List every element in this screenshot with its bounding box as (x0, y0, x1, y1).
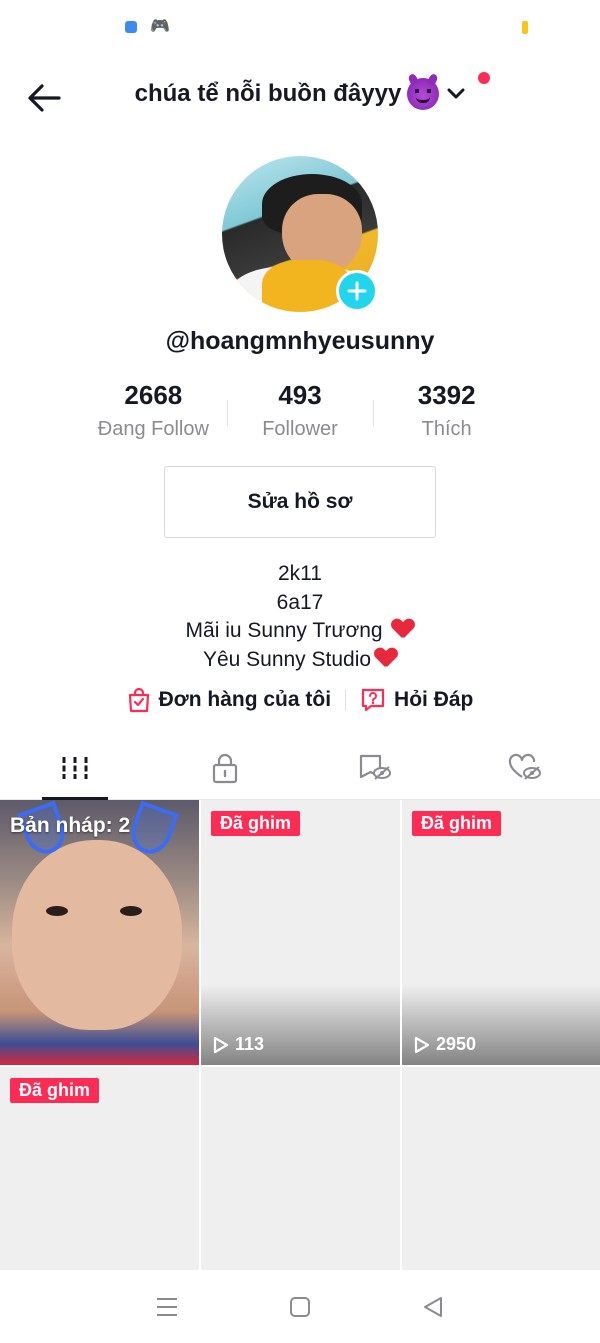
add-story-button[interactable] (336, 270, 378, 312)
view-count: 113 (213, 1034, 264, 1055)
red-heart-icon (375, 648, 397, 668)
liked-hidden-heart-icon (508, 753, 541, 780)
chevron-down-icon (447, 88, 465, 100)
followers-count: 493 (278, 380, 322, 410)
hidden-bookmark-icon (359, 754, 391, 780)
drafts-tile[interactable]: Bản nháp: 2 (0, 800, 199, 1065)
stat-likes[interactable]: 3392 Thích (373, 380, 520, 444)
bio-line: 2k11 (278, 562, 322, 585)
gamepad-icon: 🎮 (150, 18, 170, 35)
pinned-badge: Đã ghim (211, 811, 301, 836)
qa-link[interactable]: Hỏi Đáp (360, 687, 473, 713)
following-label: Đang Follow (97, 418, 209, 440)
play-icon (414, 1036, 430, 1053)
top-bar: chúa tể nỗi buồn đâyyy (0, 60, 600, 134)
red-heart-icon (392, 619, 414, 639)
profile-avatar[interactable] (222, 156, 378, 312)
likes-label: Thích (421, 418, 472, 440)
video-tile[interactable]: Đã ghim 2950 (402, 800, 600, 1065)
followers-label: Follower (262, 418, 338, 440)
qa-label: Hỏi Đáp (394, 688, 474, 711)
smiling-devil-emoji-icon (407, 78, 440, 110)
bio-line: Mãi iu Sunny Trương (0, 617, 600, 646)
home-button[interactable] (270, 1277, 330, 1337)
tab-videos[interactable] (0, 736, 150, 800)
account-switcher[interactable]: chúa tể nỗi buồn đâyyy (0, 78, 600, 110)
view-count-value: 113 (235, 1034, 265, 1054)
square-home-icon (289, 1296, 310, 1317)
bio-line-text: Mãi iu Sunny Trương (185, 619, 383, 642)
pinned-badge: Đã ghim (412, 811, 502, 836)
stat-following[interactable]: 2668 Đang Follow (80, 380, 227, 444)
app-notification-icon (125, 21, 137, 33)
video-tile[interactable]: Đã ghim 113 (201, 800, 400, 1065)
status-bar: 🎮 (0, 0, 600, 56)
play-icon (213, 1036, 229, 1053)
plus-icon (347, 281, 367, 301)
view-count: 2950 (414, 1034, 476, 1055)
edit-profile-button[interactable]: Sửa hồ sơ (164, 466, 436, 538)
video-tile[interactable] (201, 1067, 400, 1272)
stat-followers[interactable]: 493 Follower (226, 380, 374, 444)
tab-liked-hidden[interactable] (450, 736, 600, 799)
view-count-value: 2950 (436, 1034, 477, 1054)
question-bubble-icon (361, 688, 385, 712)
profile-links: Đơn hàng của tôi Hỏi Đáp (0, 684, 600, 716)
video-tile[interactable] (402, 1067, 600, 1272)
videos-grid-icon (62, 756, 88, 779)
account-name: chúa tể nỗi buồn đâyyy (134, 80, 402, 107)
video-grid: Bản nháp: 2 Đã ghim 113 Đã ghim 2950 Đã … (0, 800, 600, 1272)
pinned-badge: Đã ghim (10, 1078, 100, 1103)
profile-stats: 2668 Đang Follow 493 Follower 3392 Thích (80, 380, 520, 444)
bio-line: 6a17 (276, 590, 324, 614)
recent-apps-button[interactable] (137, 1277, 197, 1337)
system-nav-bar (0, 1270, 600, 1343)
battery-icon (522, 21, 528, 34)
my-orders-link[interactable]: Đơn hàng của tôi (127, 687, 331, 713)
likes-count: 3392 (417, 380, 476, 410)
profile-tabs (0, 736, 600, 800)
username: @hoangmnhyeusunny (165, 327, 435, 355)
bio-line-text: Yêu Sunny Studio (202, 647, 372, 671)
tab-saved-hidden[interactable] (300, 736, 450, 799)
bio-line: Yêu Sunny Studio (0, 646, 600, 675)
bio: 2k11 6a17 Mãi iu Sunny Trương Yêu Sunny … (0, 560, 600, 674)
video-tile[interactable]: Đã ghim (0, 1067, 199, 1272)
links-divider (345, 689, 347, 711)
following-count: 2668 (124, 380, 183, 410)
drafts-label: Bản nháp: 2 (10, 814, 131, 837)
back-nav-button[interactable] (403, 1277, 463, 1337)
notification-dot (478, 72, 490, 84)
triangle-back-icon (424, 1296, 443, 1317)
menu-lines-icon (156, 1297, 177, 1316)
shopping-bag-icon (128, 687, 149, 713)
private-lock-icon (212, 753, 238, 783)
tab-private[interactable] (150, 736, 300, 799)
my-orders-label: Đơn hàng của tôi (158, 688, 332, 711)
